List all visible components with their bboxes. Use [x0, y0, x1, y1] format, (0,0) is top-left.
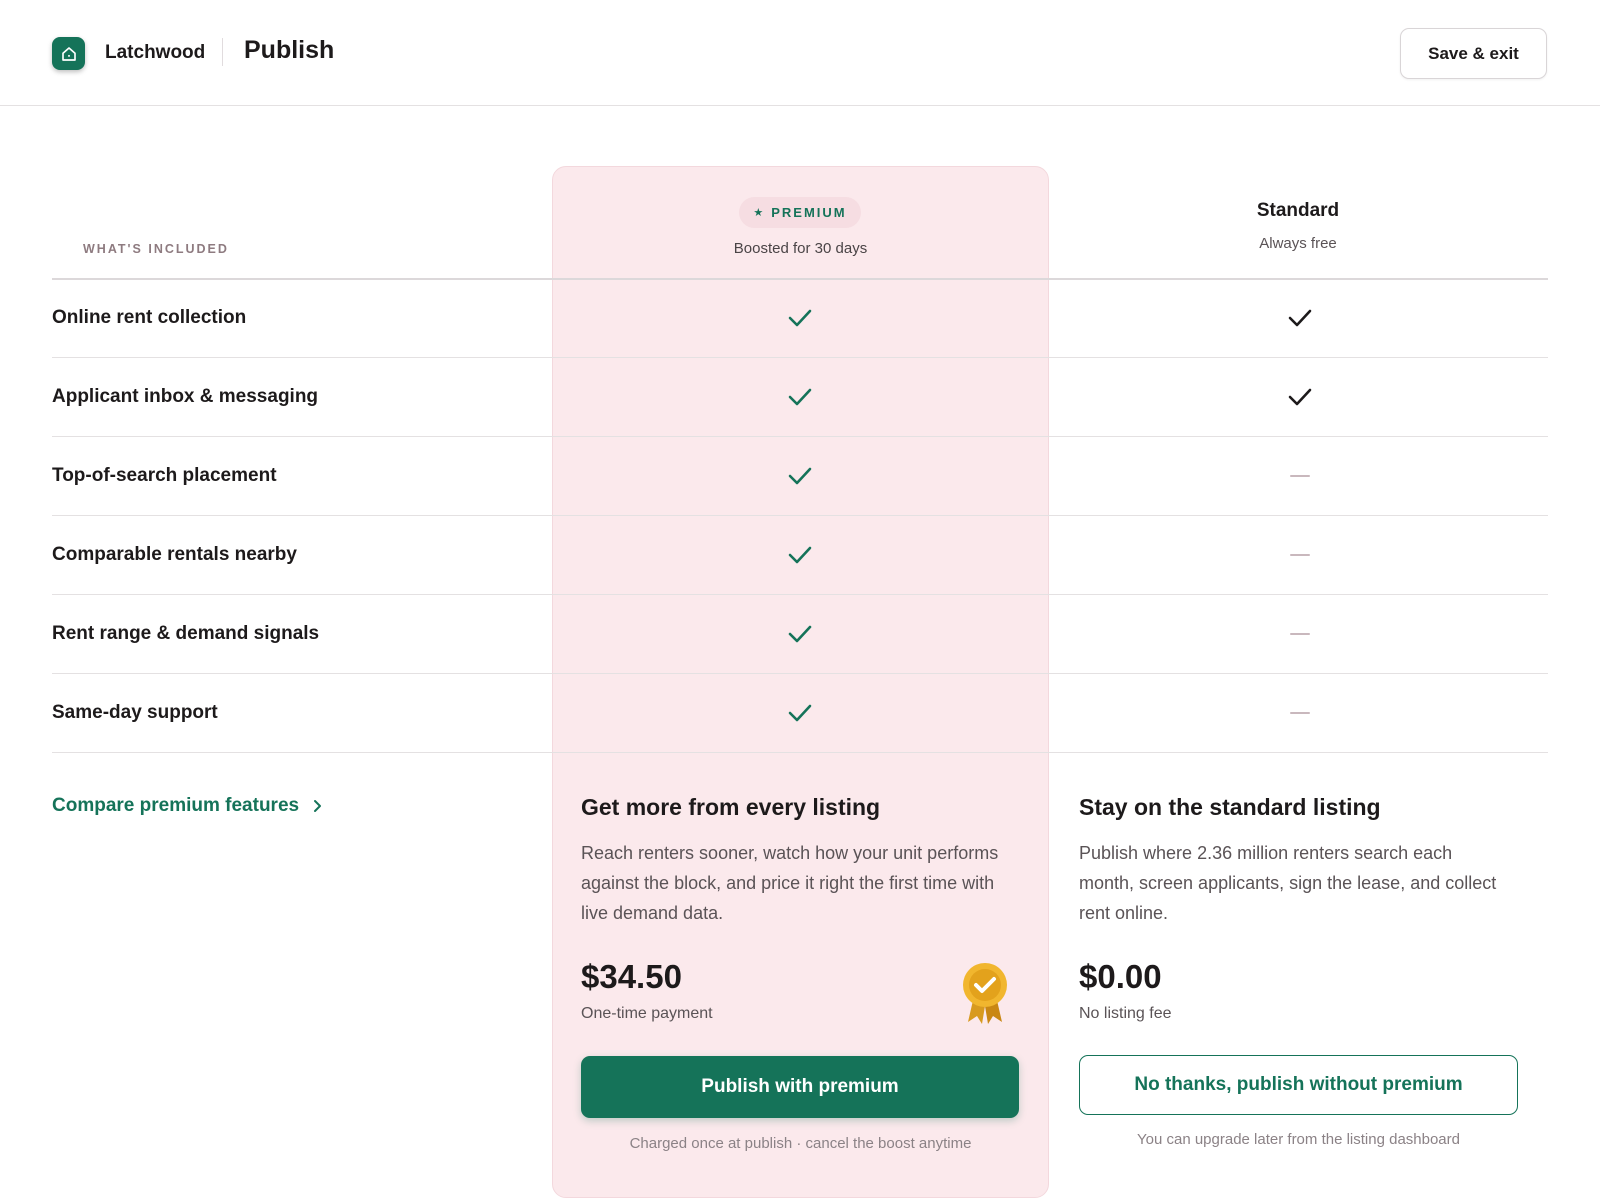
table-row: Rent range & demand signals [52, 595, 1548, 674]
standard-fine-print: You can upgrade later from the listing d… [1137, 1131, 1460, 1148]
row-divider [52, 752, 1548, 753]
feature-label: Top-of-search placement [52, 465, 277, 486]
feature-label: Comparable rentals nearby [52, 544, 297, 565]
dash-icon [1285, 619, 1315, 649]
check-icon [785, 303, 815, 333]
whats-included-label: WHAT'S INCLUDED [83, 242, 229, 256]
publish-without-premium-button[interactable]: No thanks, publish without premium [1079, 1055, 1518, 1115]
award-ribbon-icon [963, 963, 1007, 1024]
table-row: Online rent collection [52, 279, 1548, 358]
check-icon [785, 461, 815, 491]
star-icon: ★ [753, 207, 764, 219]
dash-icon [1285, 461, 1315, 491]
header-divider [222, 38, 223, 66]
check-icon [785, 619, 815, 649]
table-row: Comparable rentals nearby [52, 516, 1548, 595]
check-icon [785, 382, 815, 412]
premium-fine-print: Charged once at publish · cancel the boo… [629, 1135, 972, 1152]
dash-icon [1285, 698, 1315, 728]
feature-label: Online rent collection [52, 307, 247, 328]
page-title: Publish [244, 36, 335, 64]
premium-badge: ★ PREMIUM [739, 197, 861, 228]
table-row: Top-of-search placement [52, 437, 1548, 516]
standard-price: $0.00 [1079, 958, 1162, 995]
check-icon [1285, 382, 1315, 412]
table-row: Same-day support [52, 674, 1548, 753]
standard-plan-description: Publish where 2.36 million renters searc… [1079, 843, 1497, 923]
table-row: Applicant inbox & messaging [52, 358, 1548, 437]
check-icon [785, 540, 815, 570]
premium-price-note: One-time payment [581, 1005, 713, 1022]
dash-icon [1285, 540, 1315, 570]
compare-premium-link-label: Compare premium features [52, 795, 300, 816]
premium-plan-description: Reach renters sooner, watch how your uni… [581, 843, 999, 923]
chevron-right-icon [314, 800, 322, 812]
standard-plan-title: Stay on the standard listing [1079, 794, 1381, 820]
standard-subtitle: Always free [1259, 235, 1337, 252]
compare-premium-link[interactable]: Compare premium features [52, 795, 323, 817]
brand-name: Latchwood [105, 42, 206, 63]
publish-premium-button[interactable]: Publish with premium [581, 1056, 1019, 1118]
premium-price: $34.50 [581, 958, 682, 995]
standard-title: Standard [1256, 200, 1340, 221]
feature-label: Same-day support [52, 702, 218, 723]
home-icon [52, 37, 85, 70]
premium-plan-title: Get more from every listing [581, 794, 881, 820]
top-bar: Latchwood Publish Save & exit [0, 0, 1600, 106]
save-exit-button[interactable]: Save & exit [1400, 28, 1547, 79]
check-icon [785, 698, 815, 728]
feature-label: Applicant inbox & messaging [52, 386, 319, 407]
premium-subtitle: Boosted for 30 days [733, 240, 868, 257]
standard-price-note: No listing fee [1079, 1005, 1172, 1022]
feature-label: Rent range & demand signals [52, 623, 320, 644]
premium-badge-label: PREMIUM [771, 205, 847, 220]
check-icon [1285, 303, 1315, 333]
